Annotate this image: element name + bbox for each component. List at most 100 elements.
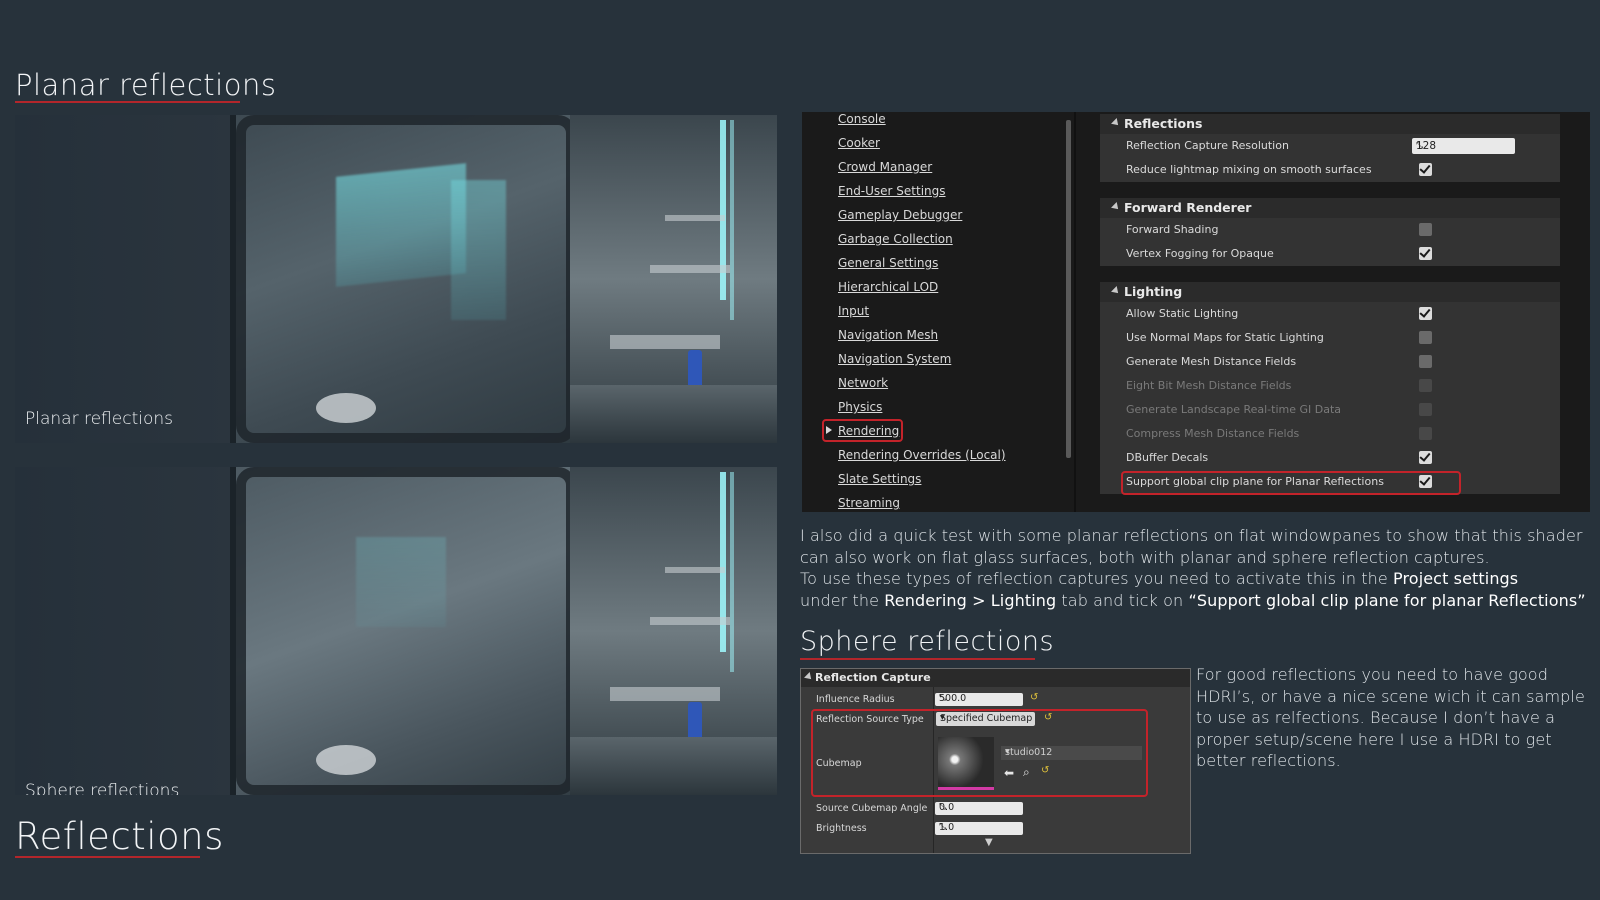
neon-light — [720, 472, 726, 652]
text-emphasis: “Support global clip plane for planar Re… — [1188, 590, 1586, 610]
shelf — [650, 617, 730, 625]
shelf — [610, 335, 720, 349]
checkbox-normal-maps[interactable] — [1419, 331, 1432, 344]
section-title: Reflections — [1124, 116, 1203, 131]
nav-item-physics[interactable]: Physics — [838, 400, 882, 414]
nav-scrollbar[interactable] — [1066, 120, 1071, 458]
nav-item-cooker[interactable]: Cooker — [838, 136, 880, 150]
resize-icon: ⤡ — [939, 802, 947, 812]
resolution-input[interactable]: 128 ⤡ — [1412, 138, 1515, 154]
nav-item-slate-settings[interactable]: Slate Settings — [838, 472, 921, 486]
text-span: tab and tick on — [1056, 590, 1189, 610]
highlight-global-clip-plane — [1121, 471, 1461, 495]
rc-label: Influence Radius — [816, 694, 895, 705]
heading-reflections: Reflections — [15, 815, 224, 858]
prop-label: DBuffer Decals — [1126, 451, 1209, 464]
influence-radius-input[interactable]: 500.0 ⤡ — [935, 693, 1023, 706]
shelf — [665, 215, 725, 221]
reflection-capture-panel: Reflection Capture Influence Radius 500.… — [800, 668, 1191, 854]
checkbox-eight-bit-mesh — [1419, 379, 1432, 392]
nav-item-general-settings[interactable]: General Settings — [838, 256, 938, 270]
heading-underline — [15, 856, 200, 858]
hdri-note-line: HDRI’s, or have a nice scene wich it can… — [1196, 686, 1585, 706]
render-caption: Planar reflections — [25, 409, 173, 429]
nav-item-garbage-collection[interactable]: Garbage Collection — [838, 232, 953, 246]
heading-sphere-reflections: Sphere reflections — [800, 626, 1055, 657]
nav-item-navigation-system[interactable]: Navigation System — [838, 352, 951, 366]
prop-label: Use Normal Maps for Static Lighting — [1126, 331, 1324, 344]
nav-item-input[interactable]: Input — [838, 304, 869, 318]
resize-icon: ⤡ — [939, 693, 947, 703]
section-reflections[interactable]: Reflections — [1100, 114, 1560, 134]
plates — [316, 745, 376, 775]
render-lab — [570, 467, 777, 795]
highlight-rendering — [822, 419, 903, 442]
heading-planar-reflections: Planar reflections — [15, 68, 277, 102]
shelf — [665, 567, 725, 573]
text-emphasis: Rendering > Lighting — [884, 590, 1057, 610]
checkbox-mesh-distance-fields[interactable] — [1419, 355, 1432, 368]
hdri-note: For good reflections you need to have go… — [1196, 664, 1585, 772]
hologram-reflection — [356, 537, 446, 627]
hologram-panel — [451, 180, 506, 320]
row-forward-shading: Forward Shading — [1100, 218, 1560, 242]
nav-item-gameplay-debugger[interactable]: Gameplay Debugger — [838, 208, 962, 222]
render-window — [230, 467, 576, 795]
hdri-note-line: proper setup/scene here I use a HDRI to … — [1196, 729, 1552, 749]
panel-divider — [1074, 112, 1076, 512]
resize-icon: ⤡ — [1416, 141, 1424, 151]
text-span: To use these types of reflection capture… — [800, 569, 1394, 588]
nav-item-navigation-mesh[interactable]: Navigation Mesh — [838, 328, 938, 342]
render-background — [15, 467, 230, 795]
window-frame — [236, 467, 576, 795]
prop-label: Generate Mesh Distance Fields — [1126, 355, 1297, 368]
cubemap-angle-input[interactable]: 0.0 ⤡ — [935, 802, 1023, 815]
expand-more-icon[interactable]: ▼ — [985, 837, 993, 848]
section-title: Lighting — [1124, 284, 1183, 299]
row-reflection-capture-resolution: Reflection Capture Resolution 128 ⤡ — [1100, 134, 1560, 158]
neon-light — [730, 472, 734, 672]
section-forward-renderer[interactable]: Forward Renderer — [1100, 198, 1560, 218]
row-normal-maps: Use Normal Maps for Static Lighting — [1100, 326, 1560, 350]
heading-underline — [800, 658, 1035, 660]
nav-item-network[interactable]: Network — [838, 376, 888, 390]
nav-item-streaming[interactable]: Streaming — [838, 496, 900, 510]
render-sphere: Sphere reflections — [15, 467, 777, 795]
checkbox-reduce-lightmap[interactable] — [1419, 163, 1432, 176]
brightness-input[interactable]: 1.0 ⤡ — [935, 822, 1023, 835]
render-caption: Sphere reflections — [25, 781, 180, 795]
collapse-icon — [1111, 202, 1121, 212]
blue-bottle — [688, 702, 702, 742]
checkbox-landscape-gi — [1419, 403, 1432, 416]
nav-item-crowd-manager[interactable]: Crowd Manager — [838, 160, 932, 174]
row-allow-static-lighting: Allow Static Lighting — [1100, 302, 1560, 326]
nav-item-hierarchical-lod[interactable]: Hierarchical LOD — [838, 280, 938, 294]
nav-item-rendering-overrides[interactable]: Rendering Overrides (Local) — [838, 448, 1006, 462]
row-dbuffer-decals: DBuffer Decals — [1100, 446, 1560, 470]
settings-nav-panel: Console Cooker Crowd Manager End-User Se… — [802, 112, 1100, 512]
checkbox-forward-shading[interactable] — [1419, 223, 1432, 236]
checkbox-allow-static-lighting[interactable] — [1419, 307, 1432, 320]
description-line: To use these types of reflection capture… — [800, 568, 1586, 590]
prop-label: Compress Mesh Distance Fields — [1126, 427, 1300, 440]
prop-label: Eight Bit Mesh Distance Fields — [1126, 379, 1292, 392]
checkbox-vertex-fogging[interactable] — [1419, 247, 1432, 260]
prop-label: Generate Landscape Real-time GI Data — [1126, 403, 1342, 416]
section-lighting[interactable]: Lighting — [1100, 282, 1560, 302]
row-reduce-lightmap: Reduce lightmap mixing on smooth surface… — [1100, 158, 1560, 182]
checkbox-compress-mesh — [1419, 427, 1432, 440]
neon-light — [720, 120, 726, 300]
text-span: under the — [800, 590, 885, 610]
description-text: I also did a quick test with some planar… — [800, 525, 1586, 611]
nav-item-console[interactable]: Console — [838, 112, 886, 126]
checkbox-dbuffer-decals[interactable] — [1419, 451, 1432, 464]
row-eight-bit-mesh: Eight Bit Mesh Distance Fields — [1100, 374, 1560, 398]
section-title: Forward Renderer — [1124, 200, 1252, 215]
rc-label: Source Cubemap Angle — [816, 803, 928, 814]
render-planar: Planar reflections — [15, 115, 777, 443]
reset-icon[interactable]: ↺ — [1030, 692, 1038, 703]
resize-icon: ⤡ — [939, 822, 947, 832]
rc-header[interactable]: Reflection Capture — [801, 669, 1190, 687]
nav-item-end-user-settings[interactable]: End-User Settings — [838, 184, 946, 198]
collapse-icon — [1111, 286, 1121, 296]
